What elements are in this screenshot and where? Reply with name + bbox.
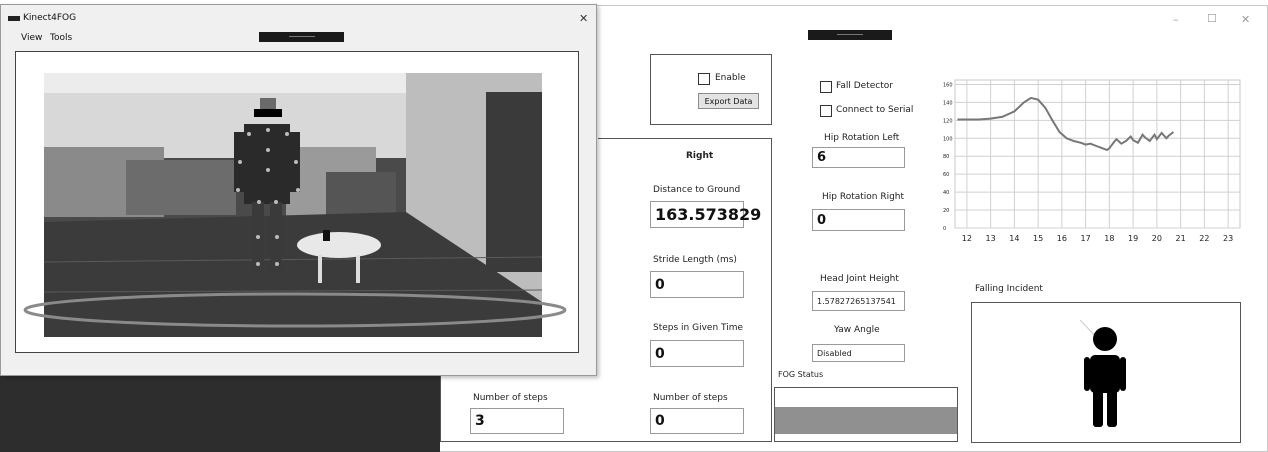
chart-x-tick-label: 18 (1104, 234, 1114, 243)
hip-left-value: 6 (812, 147, 905, 168)
stride-label: Stride Length (ms) (653, 255, 737, 265)
fog-status-box (774, 387, 958, 442)
camera-panel (15, 51, 579, 353)
chart-x-tick-label: 22 (1199, 234, 1209, 243)
chart-x-tick-label: 15 (1033, 234, 1043, 243)
falling-incident-label: Falling Incident (975, 284, 1043, 294)
enable-export-group (650, 54, 772, 125)
chart-y-tick-label: 0 (943, 226, 946, 232)
close-main-button[interactable]: ✕ (1241, 13, 1250, 26)
steps-time-value: 0 (650, 340, 744, 367)
chart-x-tick-label: 16 (1057, 234, 1067, 243)
fall-detector-checkbox[interactable] (820, 81, 832, 93)
head-height-label: Head Joint Height (820, 274, 899, 284)
maximize-button[interactable]: ☐ (1207, 12, 1217, 25)
chart-y-tick-label: 60 (943, 172, 949, 178)
yaw-label: Yaw Angle (834, 325, 880, 335)
chart-y-tick-label: 120 (943, 118, 953, 124)
chart-x-tick-label: 17 (1081, 234, 1091, 243)
chart-x-tick-label: 21 (1176, 234, 1186, 243)
chart-x-tick-label: 12 (962, 234, 972, 243)
main-window-drag-handle[interactable] (808, 30, 892, 40)
chart-x-tick-label: 19 (1128, 234, 1138, 243)
right-heading: Right (686, 151, 714, 161)
menu-view[interactable]: View (21, 33, 42, 43)
chart-x-tick-label: 14 (1009, 234, 1019, 243)
num-steps-left-label: Number of steps (473, 393, 548, 403)
distance-label: Distance to Ground (653, 185, 741, 195)
distance-value: 163.573829 (650, 201, 761, 228)
chart-x-tick-label: 13 (986, 234, 996, 243)
minimize-button[interactable]: – (1173, 13, 1179, 26)
camera-feed (23, 73, 567, 337)
steps-time-label: Steps in Given Time (653, 323, 744, 333)
hip-rotation-chart: 12 13 14 15 16 17 18 19 20 21 22 23 0 20 40 60 80 100 120 1… (943, 79, 1241, 243)
menu-tools[interactable]: Tools (50, 33, 72, 43)
connect-serial-label: Connect to Serial (836, 105, 914, 115)
chart-x-tick-label: 23 (1223, 234, 1233, 243)
chart-y-tick-label: 40 (943, 190, 949, 196)
stride-value: 0 (650, 271, 744, 298)
falling-incident-box (971, 302, 1241, 443)
chart-y-tick-label: 80 (943, 154, 949, 160)
front-window-backdrop (0, 376, 440, 452)
chart-y-tick-label: 140 (943, 100, 953, 106)
chart-x-tick-label: 20 (1152, 234, 1162, 243)
fall-detector-label: Fall Detector (836, 81, 893, 91)
head-height-value: 1.57827265137541 (812, 291, 905, 311)
chart-y-tick-label: 20 (943, 208, 949, 214)
front-window-title: Kinect4FOG (23, 13, 77, 23)
close-front-button[interactable]: ✕ (579, 12, 588, 25)
app-icon (8, 16, 20, 21)
front-window: Kinect4FOG ✕ View Tools (0, 4, 597, 376)
fog-status-label: FOG Status (778, 370, 824, 379)
connect-serial-checkbox[interactable] (820, 105, 832, 117)
num-steps-left-value: 3 (470, 408, 564, 434)
person-standing-icon (1079, 319, 1126, 427)
chart-y-tick-label: 160 (943, 82, 953, 88)
export-data-button[interactable]: Export Data (698, 93, 759, 109)
hip-left-label: Hip Rotation Left (824, 133, 900, 143)
enable-checkbox[interactable] (698, 73, 710, 85)
enable-label: Enable (715, 73, 746, 83)
fog-status-bar (775, 407, 957, 434)
chart-y-tick-label: 100 (943, 136, 953, 142)
front-window-drag-handle[interactable] (259, 32, 344, 42)
hip-right-label: Hip Rotation Right (822, 192, 905, 202)
yaw-value: Disabled (812, 344, 905, 362)
hip-right-value: 0 (812, 209, 905, 231)
